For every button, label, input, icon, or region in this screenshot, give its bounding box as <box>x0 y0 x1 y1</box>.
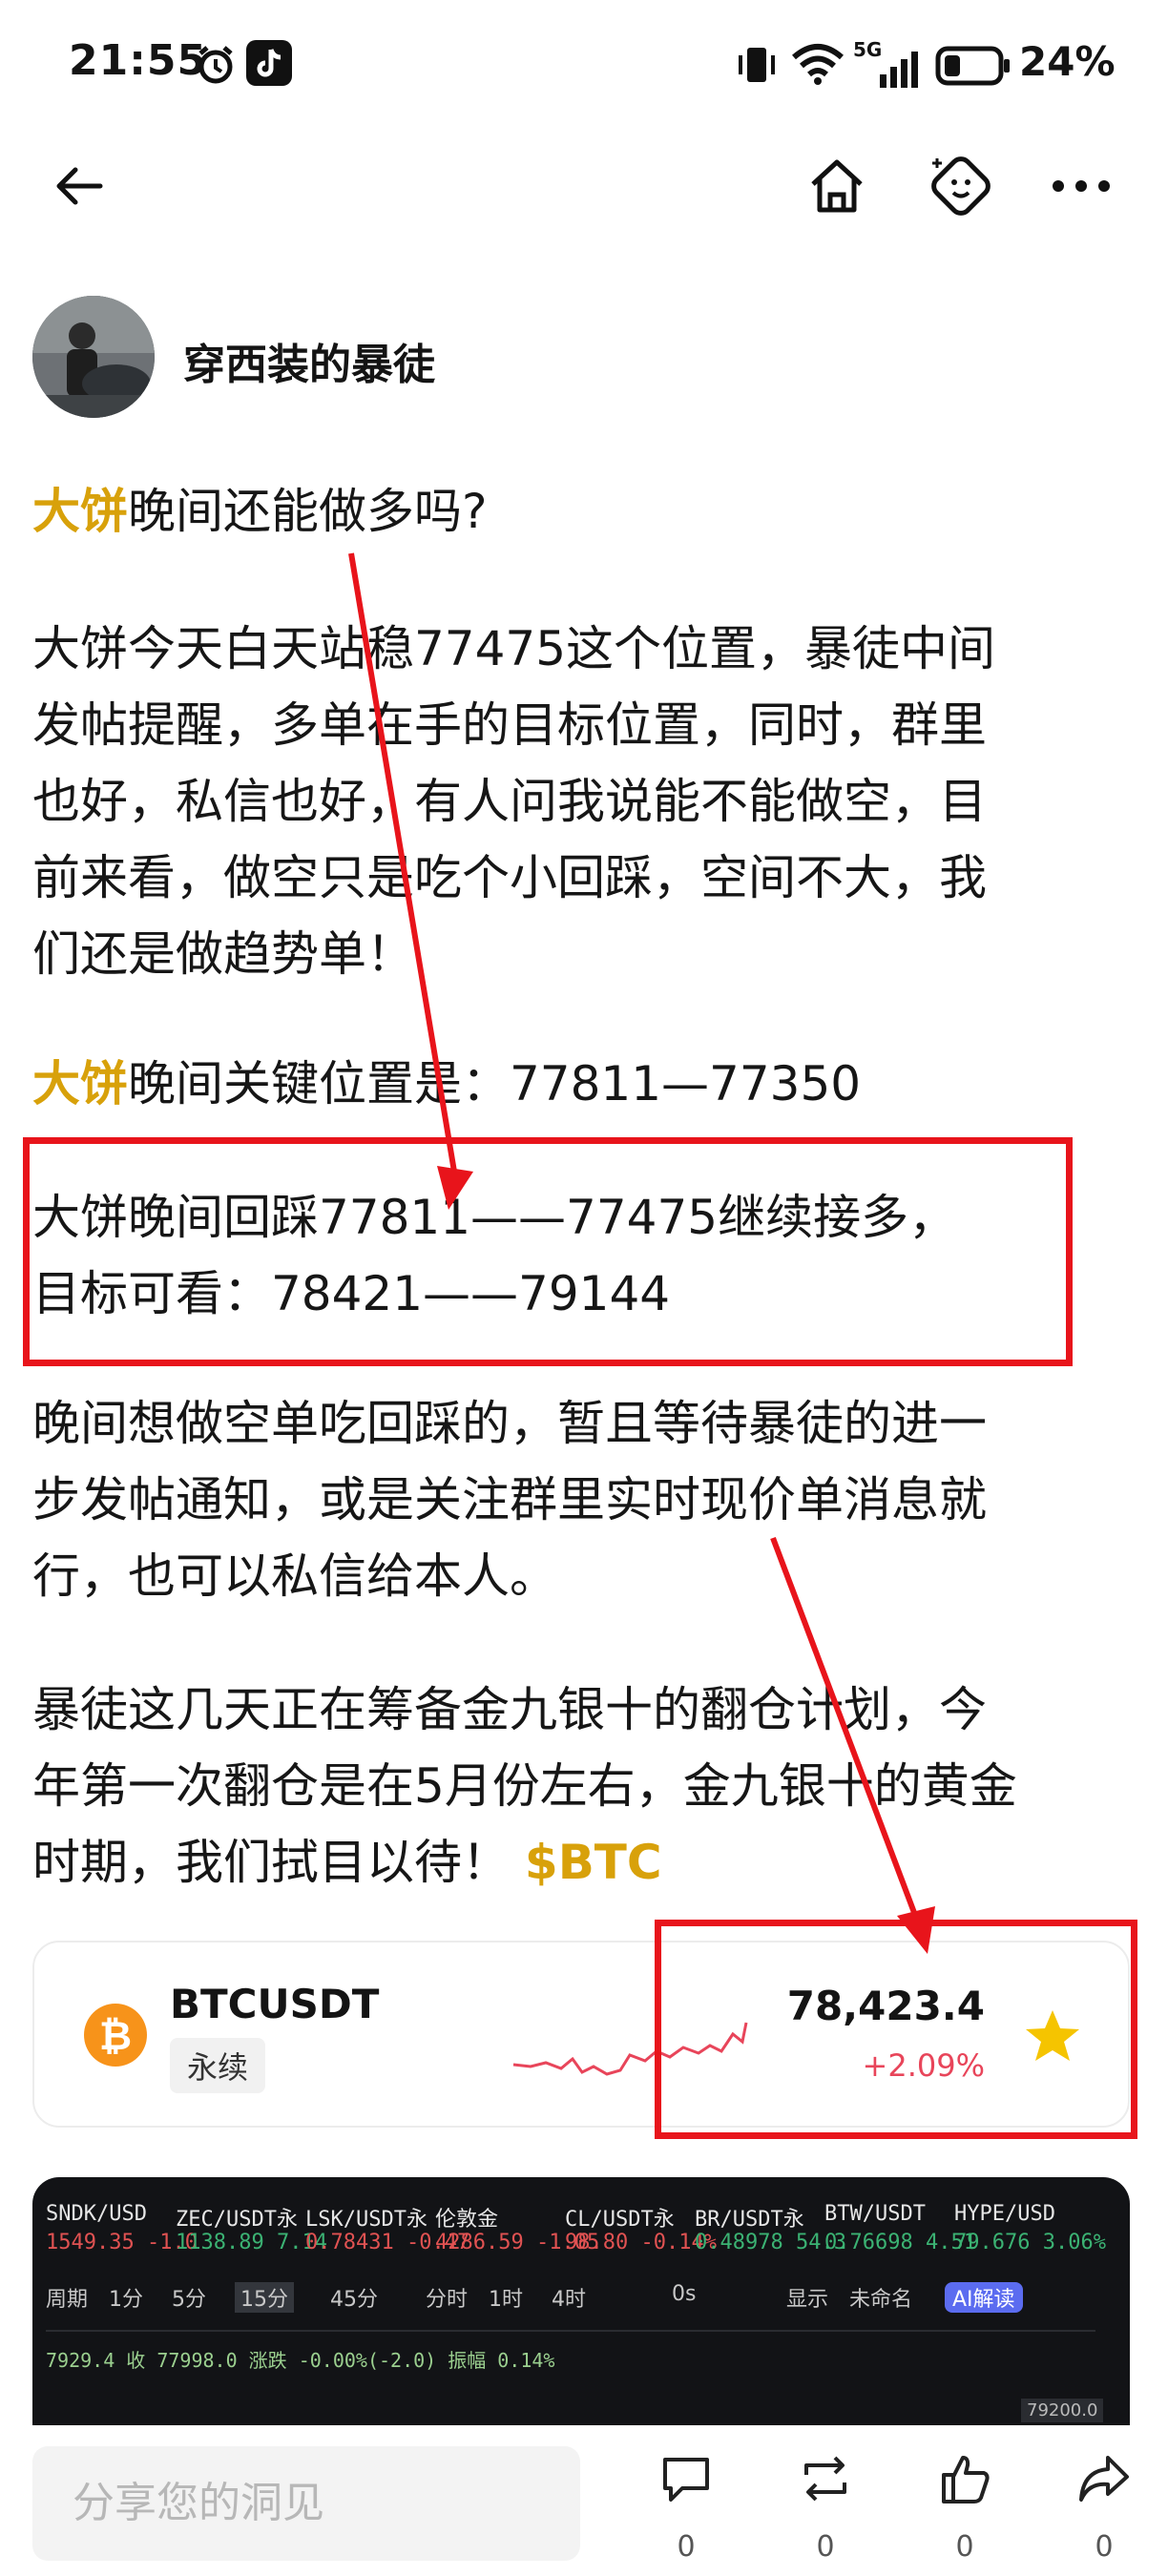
wifi-icon <box>792 44 844 85</box>
quote-symbol[interactable]: HYPE/USD <box>954 2202 1055 2226</box>
toolbar-item[interactable]: 45分 <box>330 2282 378 2313</box>
emoji-icon <box>931 156 991 216</box>
paragraph-line: 前来看，做空只是吃个小回踩，空间不大，我 <box>32 850 987 905</box>
status-time: 21:55 <box>69 36 208 85</box>
vibrate-icon <box>739 48 775 82</box>
share-button[interactable]: 0 <box>1061 2450 1147 2565</box>
share-count: 0 <box>1095 2530 1114 2564</box>
quote-symbol[interactable]: BTW/USDT <box>824 2202 926 2226</box>
toolbar-item[interactable]: 分时 <box>426 2282 468 2313</box>
ticker-symbol: BTCUSDT <box>170 1981 380 2027</box>
like-count: 0 <box>955 2530 974 2564</box>
chart-info-line: 7929.4 收 77998.0 涨跌 -0.00%(-2.0) 振幅 0.14… <box>46 2349 555 2372</box>
alarm-icon <box>198 46 233 84</box>
thumbs-up-icon <box>942 2456 990 2503</box>
paragraph-line: 年第一次翻仓是在5月份左右，金九银十的黄金 <box>32 1758 1017 1814</box>
annotation-box <box>23 1137 1073 1366</box>
highlight-tag[interactable]: 大饼 <box>32 484 128 539</box>
more-icon <box>1053 180 1110 192</box>
paragraph-line: 晚间想做空单吃回踩的，暂且等待暴徒的进一 <box>32 1396 987 1451</box>
paragraph-line: 发帖提醒，多单在手的目标位置，同时，群里 <box>32 697 987 753</box>
repost-count: 0 <box>816 2530 835 2564</box>
toolbar-item[interactable]: 15分 <box>235 2282 294 2313</box>
tiktok-icon <box>246 40 292 86</box>
home-button[interactable] <box>794 143 880 229</box>
paragraph-line: 大饼今天白天站稳77475这个位置，暴徒中间 <box>32 621 996 676</box>
emoji-button[interactable] <box>918 143 1004 229</box>
highlight-tag[interactable]: 大饼 <box>32 1056 128 1111</box>
quote-symbol[interactable]: SNDK/USD <box>46 2202 147 2226</box>
repost-icon <box>804 2456 846 2502</box>
back-icon <box>56 167 103 205</box>
comment-icon <box>663 2458 709 2502</box>
paragraph-text: 晚间关键位置是：77811—77350 <box>128 1056 862 1111</box>
toolbar-item[interactable]: 1分 <box>109 2282 143 2313</box>
divider <box>46 2330 1095 2332</box>
quote-symbol[interactable]: 伦敦金 <box>435 2202 498 2233</box>
paragraph-2: 大饼今天白天站稳77475这个位置，暴徒中间 发帖提醒，多单在手的目标位置，同时… <box>32 611 1139 992</box>
contract-type-badge: 永续 <box>170 2038 266 2093</box>
quote-price: 79.676 3.06% <box>954 2231 1106 2254</box>
battery-icon <box>935 46 1010 86</box>
annotation-box <box>655 1920 1137 2139</box>
more-button[interactable] <box>1038 143 1124 229</box>
comment-count: 0 <box>677 2530 696 2564</box>
price-axis-label: 79200.0 <box>1021 2399 1104 2422</box>
battery-percent: 24% <box>1019 38 1116 85</box>
toolbar-item[interactable]: 4时 <box>552 2282 586 2313</box>
paragraph-line: 也好，私信也好，有人问我说能不能做空，目 <box>32 774 987 829</box>
comment-input[interactable]: 分享您的洞见 <box>32 2446 580 2561</box>
bottom-action-bar: 分享您的洞见 0 0 0 0 <box>0 2431 1168 2576</box>
chart-preview[interactable]: SNDK/USD 1549.35 -1.0 ZEC/USDT永 1138.89 7.1… <box>32 2177 1130 2425</box>
toolbar-item[interactable]: 未命名 <box>849 2282 912 2313</box>
paragraph-6: 暴徒这几天正在筹备金九银十的翻仓计划，今 年第一次翻仓是在5月份左右，金九银十的… <box>32 1672 1139 1901</box>
quote-symbol[interactable]: ZEC/USDT永 <box>176 2202 298 2233</box>
cashtag-link[interactable]: $BTC <box>525 1835 662 1890</box>
repost-button[interactable]: 0 <box>782 2450 868 2565</box>
paragraph-line: 步发帖通知，或是关注群里实时现价单消息就 <box>32 1472 987 1527</box>
paragraph-3: 大饼晚间关键位置是：77811—77350 <box>32 1046 1139 1122</box>
paragraph-line: 们还是做趋势单！ <box>32 926 414 982</box>
author-name[interactable]: 穿西装的暴徒 <box>183 330 435 391</box>
quote-symbol[interactable]: CL/USDT永 <box>565 2202 675 2233</box>
post-heading: 大饼晚间还能做多吗? <box>32 473 1139 550</box>
quote-symbol[interactable]: BR/USDT永 <box>695 2202 804 2233</box>
heading-text: 晚间还能做多吗? <box>128 484 488 539</box>
paragraph-line: 时期，我们拭目以待！ <box>32 1835 510 1890</box>
home-icon <box>811 159 863 213</box>
toolbar-item[interactable]: 1时 <box>489 2282 523 2313</box>
status-bar: 21:55 5G 24% <box>0 0 1168 134</box>
signal-icon <box>880 52 918 88</box>
toolbar-item[interactable]: 显示 <box>786 2282 828 2313</box>
paragraph-5: 晚间想做空单吃回踩的，暂且等待暴徒的进一 步发帖通知，或是关注群里实时现价单消息… <box>32 1385 1139 1614</box>
toolbar-item[interactable]: 周期 <box>46 2282 88 2313</box>
back-button[interactable] <box>36 143 122 229</box>
share-icon <box>1079 2456 1129 2502</box>
bitcoin-icon: ₿ <box>84 2004 147 2067</box>
comment-button[interactable]: 0 <box>643 2450 729 2565</box>
toolbar-item[interactable]: 0s <box>672 2282 696 2306</box>
toolbar-item[interactable]: AI解读 <box>945 2282 1023 2313</box>
paragraph-line: 行，也可以私信给本人。 <box>32 1548 557 1604</box>
paragraph-line: 暴徒这几天正在筹备金九银十的翻仓计划，今 <box>32 1682 987 1737</box>
toolbar-item[interactable]: 5分 <box>172 2282 206 2313</box>
quote-symbol[interactable]: LSK/USDT永 <box>305 2202 428 2233</box>
avatar[interactable] <box>32 296 155 418</box>
like-button[interactable]: 0 <box>922 2450 1008 2565</box>
